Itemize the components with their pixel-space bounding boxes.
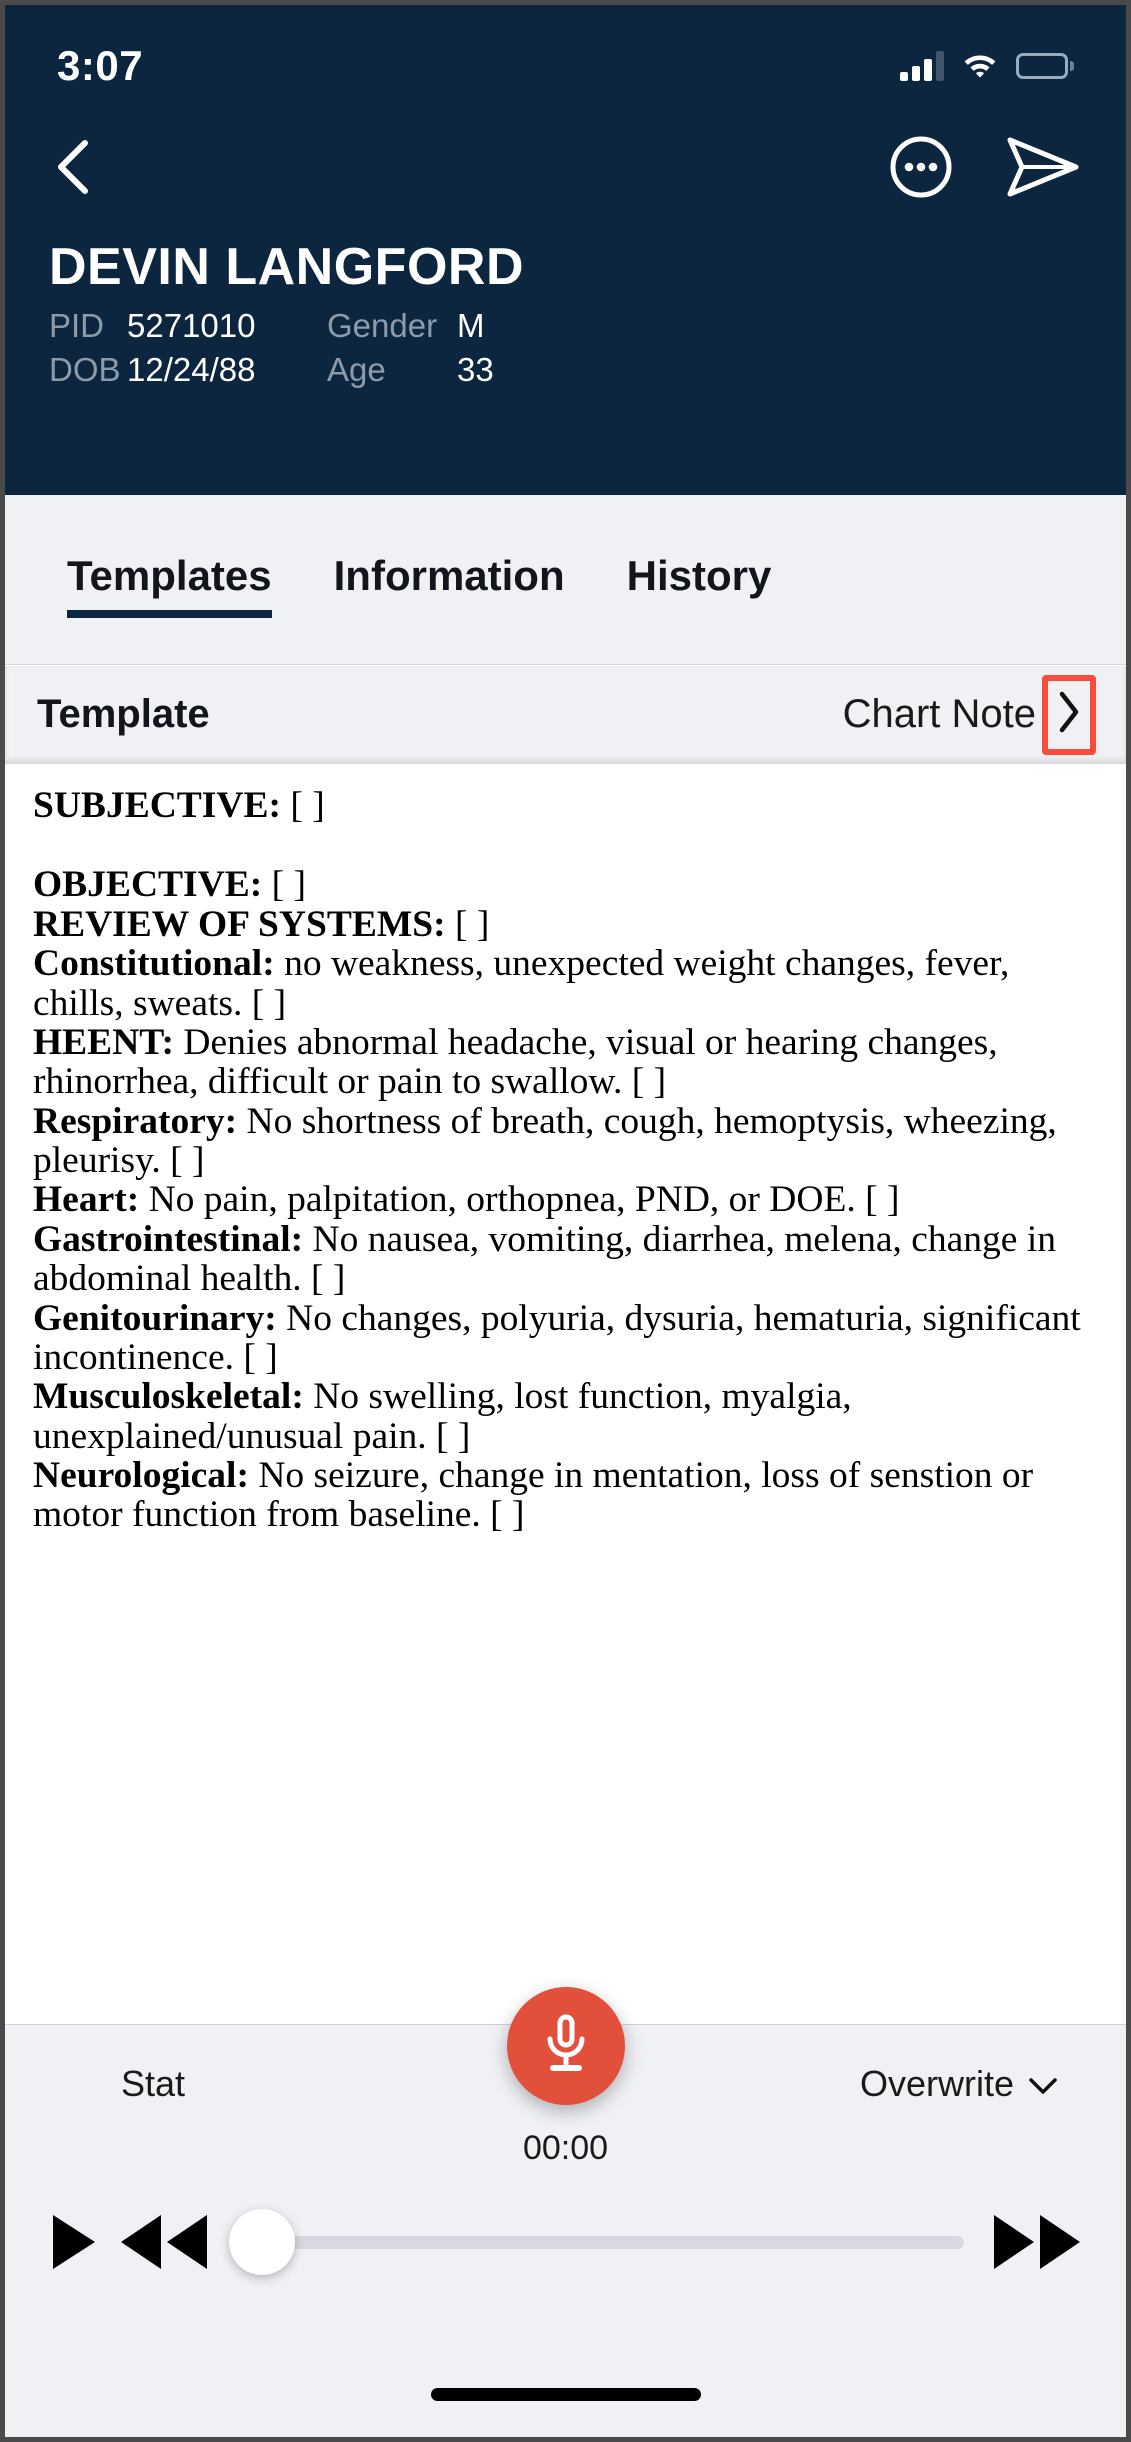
scrubber-thumb[interactable] [229, 2209, 295, 2275]
template-selector-row[interactable]: Template Chart Note [5, 666, 1126, 764]
header-right-actions [888, 134, 1082, 200]
patient-name: DEVIN LANGFORD [49, 238, 524, 296]
template-label: Template [37, 692, 210, 736]
note-blank-line [33, 825, 1098, 865]
note-text: [ ] [280, 785, 325, 826]
header-action-bar [49, 109, 1082, 225]
note-section-heent: HEENT: Denies abnormal headache, visual … [33, 1023, 1098, 1102]
patient-field-label-pid: PID [49, 307, 105, 344]
fast-forward-icon[interactable] [990, 2211, 1086, 2273]
note-section-gastrointestinal: Gastrointestinal: No nausea, vomiting, d… [33, 1218, 1098, 1299]
note-section-constitutional: Constitutional: no weakness, unexpected … [33, 944, 1098, 1023]
record-microphone-button[interactable] [506, 1987, 625, 2105]
note-body[interactable]: SUBJECTIVE: [ ] OBJECTIVE: [ ] REVIEW OF… [5, 764, 1126, 2024]
template-value: Chart Note [842, 692, 1036, 736]
patient-field-label-dob: DOB [49, 351, 121, 388]
patient-field-label-age: Age [327, 351, 386, 388]
note-text: [ ] [445, 903, 490, 945]
note-heading: Neurological: [33, 1455, 249, 1496]
send-paper-plane-icon[interactable] [1004, 134, 1082, 200]
note-heading: Respiratory: [33, 1100, 238, 1142]
template-chevron-highlight[interactable] [1042, 674, 1096, 755]
microphone-icon [540, 2013, 592, 2080]
patient-field-label-gender: Gender [327, 307, 438, 344]
note-section-genitourinary: Genitourinary: No changes, polyuria, dys… [33, 1297, 1098, 1378]
note-section-subjective: SUBJECTIVE: [ ] [33, 786, 1098, 825]
more-options-icon[interactable] [888, 134, 954, 200]
home-indicator [430, 2388, 701, 2401]
status-bar-time: 3:07 [57, 42, 144, 89]
patient-field-value-age: 33 [457, 351, 494, 388]
note-heading: Musculoskeletal: [33, 1376, 304, 1418]
note-heading: Gastrointestinal: [33, 1218, 304, 1260]
playback-controls [5, 2187, 1126, 2297]
note-heading: Constitutional: [33, 943, 275, 985]
note-heading: REVIEW OF SYSTEMS: [33, 903, 446, 945]
signal-bars-icon [900, 51, 944, 81]
patient-header: DEVIN LANGFORD PID 5271010 Gender M DOB … [5, 109, 1126, 495]
note-heading: HEENT: [33, 1021, 174, 1063]
battery-full-icon [1016, 53, 1074, 79]
patient-field-value-pid: 5271010 [127, 307, 256, 344]
tab-information[interactable]: Information [334, 552, 565, 608]
status-bar-icons [900, 50, 1074, 83]
stat-label[interactable]: Stat [121, 2063, 185, 2105]
template-value-wrap[interactable]: Chart Note [842, 674, 1096, 755]
note-section-neurological: Neurological: No seizure, change in ment… [33, 1456, 1098, 1535]
tab-templates[interactable]: Templates [67, 552, 272, 618]
note-heading: SUBJECTIVE: [33, 785, 281, 826]
patient-meta: PID 5271010 Gender M DOB 12/24/88 Age 33 [49, 307, 1082, 389]
note-heading: OBJECTIVE: [33, 864, 263, 906]
note-section-respiratory: Respiratory: No shortness of breath, cou… [33, 1100, 1098, 1181]
status-bar: 3:07 [5, 5, 1126, 109]
rewind-icon[interactable] [115, 2211, 211, 2273]
patient-field-value-dob: 12/24/88 [127, 351, 256, 388]
play-icon[interactable] [45, 2211, 101, 2273]
note-section-objective: OBJECTIVE: [ ] [33, 865, 1098, 904]
note-section-review-of-systems: REVIEW OF SYSTEMS: [ ] [33, 905, 1098, 944]
tab-history[interactable]: History [627, 552, 772, 608]
scrubber-track[interactable] [229, 2235, 964, 2249]
note-section-heart: Heart: No pain, palpitation, orthopnea, … [33, 1180, 1098, 1219]
audio-scrubber[interactable] [229, 2187, 964, 2297]
chevron-down-icon [1028, 2063, 1058, 2105]
tab-bar: Templates Information History [5, 495, 1126, 665]
overwrite-dropdown[interactable]: Overwrite [860, 2063, 1058, 2105]
recording-timer: 00:00 [522, 2129, 609, 2167]
note-text: Denies abnormal headache, visual or hear… [33, 1021, 998, 1103]
note-text: No pain, palpitation, orthopnea, PND, or… [139, 1179, 900, 1221]
note-heading: Genitourinary: [33, 1297, 277, 1339]
overwrite-label: Overwrite [859, 2063, 1014, 2104]
patient-field-value-gender: M [457, 307, 485, 344]
wifi-icon [962, 50, 998, 83]
note-heading: Heart: [33, 1179, 140, 1221]
back-chevron-icon[interactable] [49, 135, 103, 199]
note-text: [ ] [262, 864, 306, 906]
note-section-musculoskeletal: Musculoskeletal: No swelling, lost funct… [33, 1377, 1098, 1456]
phone-screen: 3:07 DEVIN LANGFORD PID 5271010 Gender M… [0, 0, 1131, 2442]
chevron-right-icon [1056, 689, 1082, 740]
